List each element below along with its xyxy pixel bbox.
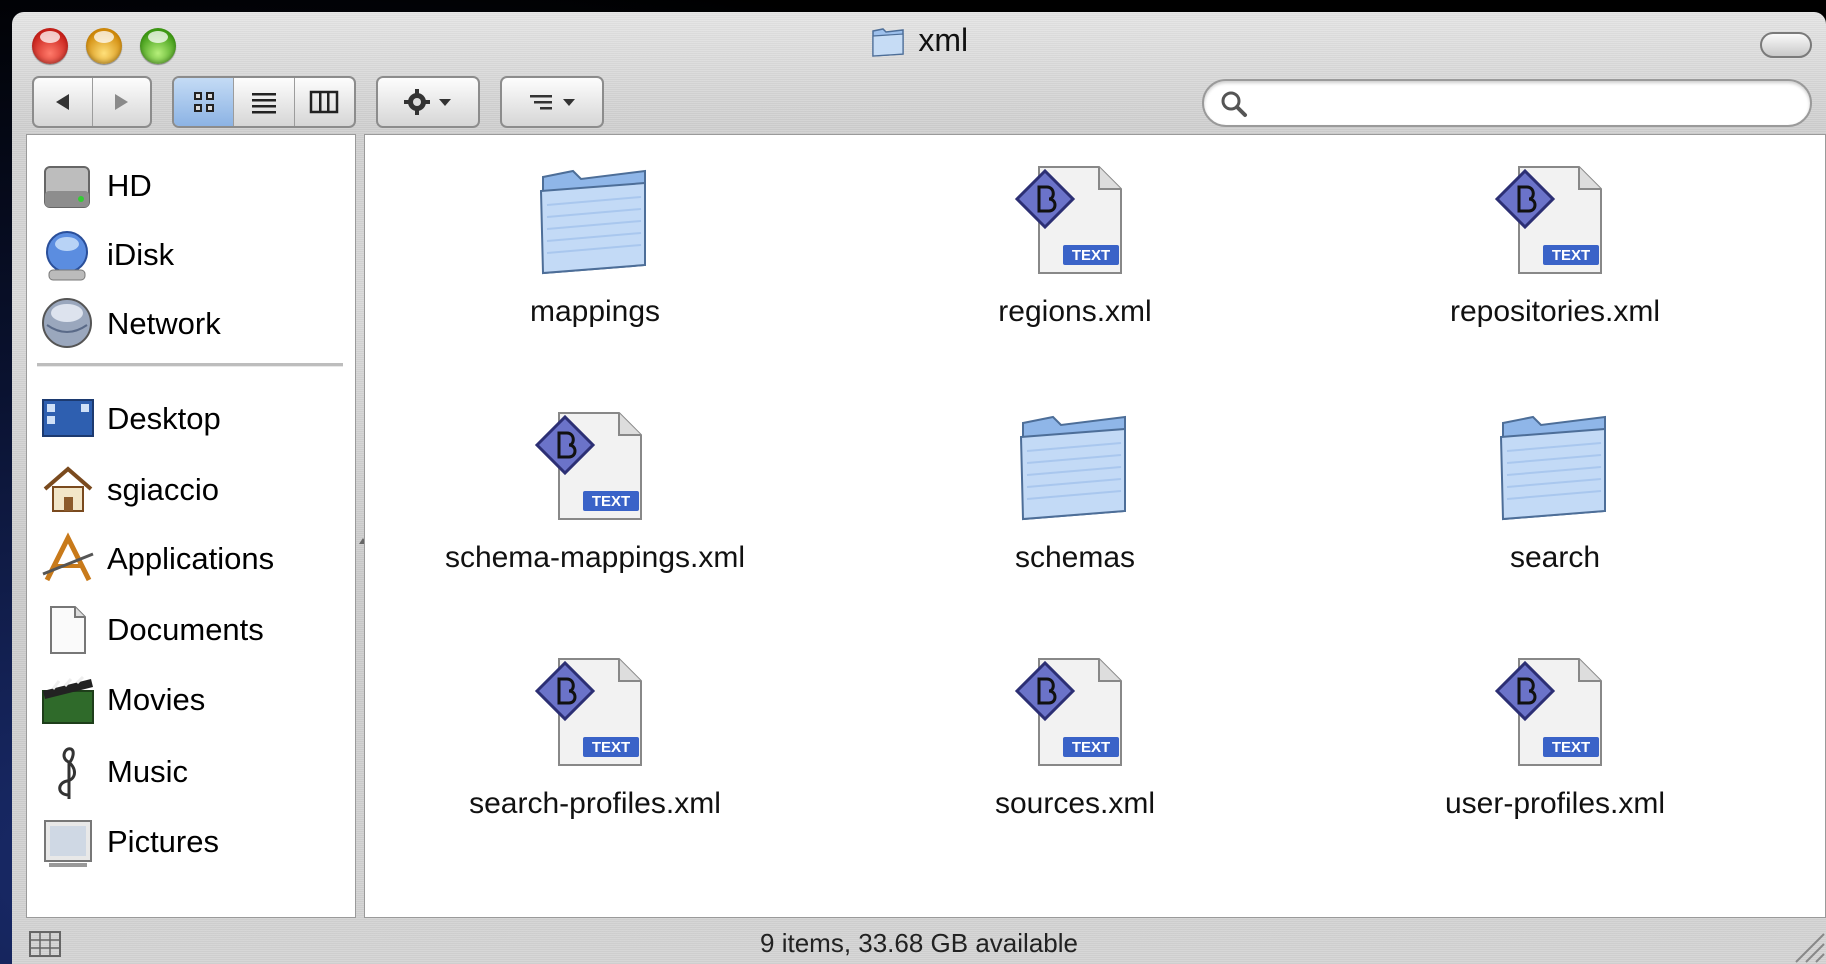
file-item-repositories[interactable]: TEXT repositories.xml — [1325, 135, 1785, 375]
resize-grip-icon[interactable] — [1786, 924, 1826, 964]
sidebar-item-label: iDisk — [107, 237, 175, 272]
folder-icon — [872, 27, 904, 57]
bbedit-text-document-icon: TEXT — [534, 658, 642, 766]
file-badge: TEXT — [1552, 739, 1590, 756]
sidebar-item-home[interactable]: sgiaccio — [27, 461, 355, 519]
file-item-regions[interactable]: TEXT regions.xml — [845, 135, 1305, 375]
sidebar: HD iDisk Network Desktop sgiaccio Applic… — [26, 134, 356, 918]
forward-button[interactable] — [93, 78, 151, 126]
file-item-schema-mappings[interactable]: TEXT schema-mappings.xml — [365, 381, 825, 621]
icon-view-content: mappings TEXT regions.xml TEXT repositor… — [364, 134, 1826, 918]
file-item-sources[interactable]: TEXT sources.xml — [845, 627, 1305, 867]
home-icon — [43, 466, 93, 512]
sidebar-item-network[interactable]: Network — [27, 295, 355, 353]
folder-icon — [1019, 415, 1126, 521]
sidebar-divider — [37, 363, 343, 367]
file-badge: TEXT — [1552, 247, 1590, 264]
folder-icon — [1499, 415, 1606, 521]
sidebar-item-desktop[interactable]: Desktop — [27, 390, 355, 448]
music-icon — [58, 747, 76, 799]
file-item-search[interactable]: search — [1325, 381, 1785, 621]
column-view-icon — [310, 90, 339, 114]
forward-arrow-icon — [115, 94, 129, 110]
file-item-user-profiles[interactable]: TEXT user-profiles.xml — [1325, 627, 1785, 867]
chevron-down-icon — [439, 99, 451, 106]
sidebar-item-label: Pictures — [107, 824, 219, 859]
icon-view-button[interactable] — [174, 78, 235, 126]
idisk-icon — [46, 231, 88, 281]
pictures-icon — [44, 820, 92, 867]
file-name: schema-mappings.xml — [444, 541, 746, 574]
window-title: xml — [918, 22, 969, 58]
search-icon — [1221, 91, 1247, 117]
finder-window: xml HD iDisk Network Desktop sgiaccio Ap… — [12, 12, 1826, 964]
desktop-icon — [42, 399, 94, 437]
file-name: search-profiles.xml — [469, 787, 721, 820]
chevron-down-icon — [563, 99, 575, 106]
sidebar-item-pictures[interactable]: Pictures — [27, 813, 355, 871]
file-name: sources.xml — [994, 787, 1156, 820]
sidebar-item-movies[interactable]: Movies — [27, 671, 355, 729]
file-badge: TEXT — [1072, 247, 1110, 264]
bbedit-text-document-icon: TEXT — [1014, 658, 1122, 766]
sidebar-item-label: Desktop — [107, 401, 221, 436]
toolbar-toggle-button[interactable] — [1760, 32, 1812, 58]
file-badge: TEXT — [592, 493, 630, 510]
sidebar-item-idisk[interactable]: iDisk — [27, 226, 355, 284]
applications-icon — [42, 532, 94, 582]
action-menu-segment[interactable] — [378, 78, 478, 126]
file-name: repositories.xml — [1449, 295, 1661, 328]
file-name: regions.xml — [998, 295, 1152, 328]
file-item-mappings[interactable]: mappings — [365, 135, 825, 375]
sidebar-item-documents[interactable]: Documents — [27, 601, 355, 659]
file-item-schemas[interactable]: schemas — [845, 381, 1305, 621]
sidebar-item-label: sgiaccio — [107, 472, 219, 507]
network-icon — [42, 298, 92, 348]
search-field[interactable] — [1202, 79, 1812, 127]
icon-view-icon — [193, 92, 214, 112]
sidebar-item-label: Movies — [107, 682, 206, 717]
bbedit-text-document-icon: TEXT — [534, 412, 642, 520]
bbedit-text-document-icon: TEXT — [1494, 658, 1602, 766]
file-name: search — [1509, 541, 1601, 574]
sidebar-item-label: Documents — [107, 612, 264, 647]
search-input[interactable] — [1260, 87, 1784, 121]
bbedit-text-document-icon: TEXT — [1014, 166, 1122, 274]
arrange-icon — [530, 95, 552, 110]
file-item-search-profiles[interactable]: TEXT search-profiles.xml — [365, 627, 825, 867]
movies-icon — [42, 675, 94, 724]
sidebar-item-label: HD — [107, 168, 152, 203]
documents-icon — [50, 606, 86, 654]
arrange-menu-segment[interactable] — [502, 78, 602, 126]
title-bar: xml — [12, 22, 1826, 62]
sidebar-item-label: Applications — [107, 541, 275, 576]
back-button[interactable] — [34, 78, 93, 126]
file-name: mappings — [529, 295, 661, 328]
gear-icon — [404, 89, 430, 115]
status-text: 9 items, 33.68 GB available — [760, 928, 1078, 958]
list-view-icon — [251, 93, 276, 114]
back-forward-group — [32, 76, 152, 128]
bbedit-text-document-icon: TEXT — [1494, 166, 1602, 274]
sidebar-item-applications[interactable]: Applications — [27, 530, 355, 588]
file-name: user-profiles.xml — [1444, 787, 1666, 820]
folder-icon — [539, 169, 646, 275]
action-menu-button[interactable] — [376, 76, 480, 128]
view-mode-group — [172, 76, 356, 128]
file-name: schemas — [1014, 541, 1136, 574]
sidebar-item-hd[interactable]: HD — [27, 157, 355, 215]
file-badge: TEXT — [1072, 739, 1110, 756]
sidebar-item-music[interactable]: Music — [27, 743, 355, 801]
sidebar-item-label: Music — [107, 754, 188, 789]
sidebar-item-label: Network — [107, 306, 221, 341]
status-bar: 9 items, 33.68 GB available — [12, 918, 1826, 964]
list-view-button[interactable] — [234, 78, 295, 126]
back-arrow-icon — [55, 94, 69, 110]
column-view-button[interactable] — [295, 78, 354, 126]
file-badge: TEXT — [592, 739, 630, 756]
arrange-menu-button[interactable] — [500, 76, 604, 128]
hard-drive-icon — [44, 166, 90, 208]
